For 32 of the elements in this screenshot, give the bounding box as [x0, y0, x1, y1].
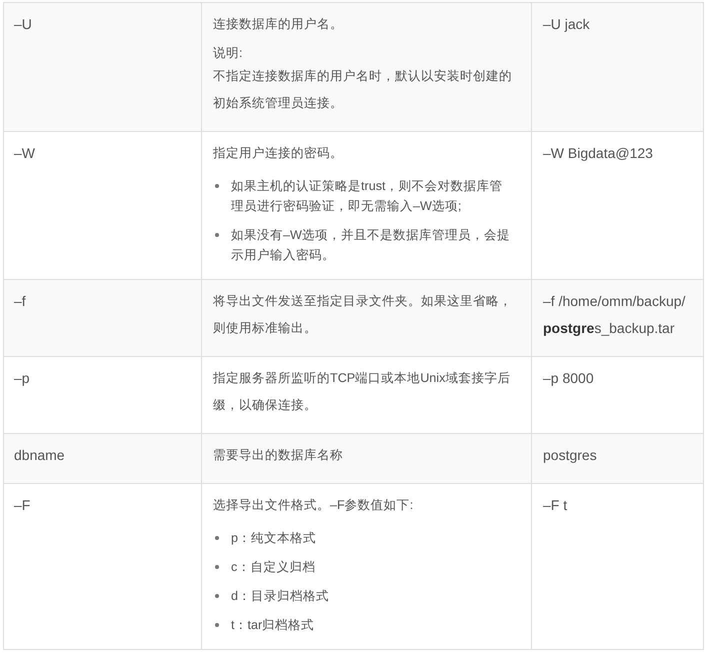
description-text: 需要导出的数据库名称 [213, 447, 344, 464]
example-text: –W Bigdata@123 [543, 145, 653, 161]
description-text: 选择导出文件格式。–F参数值如下: [213, 497, 414, 514]
bullet-icon [215, 594, 219, 598]
bullet-text: t：tar归档格式 [231, 617, 314, 634]
parameter-name: dbname [14, 447, 65, 463]
bullet-text: d：目录归档格式 [231, 588, 330, 605]
bullet-icon [215, 536, 219, 540]
example-text: postgres [543, 447, 597, 463]
example-text: –F t [543, 497, 568, 513]
bullet-text: 如果主机的认证策略是trust，则不会对数据库管理员进行密码验证，即无需输入–W选项; [231, 178, 504, 215]
description-text: 将导出文件发送至指定目录文件夹。如果这里省略，则使用标准输出。 [213, 293, 513, 337]
parameter-name: –f [14, 293, 26, 309]
bullet-text: 如果没有–W选项，并且不是数据库管理员，会提示用户输入密码。 [231, 227, 511, 264]
description-text: 指定服务器所监听的TCP端口或本地Unix域套接字后缀，以确保连接。 [213, 370, 512, 414]
parameter-name: –p [14, 370, 30, 386]
example-text: –f /home/omm/backup/postgres_backup.tar [543, 293, 686, 336]
parameter-name: –U [14, 16, 32, 32]
bullet-icon [215, 623, 219, 627]
description-text: 连接数据库的用户名。 [213, 16, 344, 33]
bullet-text: p：纯文本格式 [231, 530, 316, 547]
description-text: 指定用户连接的密码。 [213, 145, 344, 162]
example-text: –U jack [543, 16, 590, 32]
bullet-icon [215, 184, 219, 188]
note-label: 说明: [213, 45, 244, 62]
example-text: –p 8000 [543, 370, 594, 386]
parameter-name: –F [14, 497, 30, 513]
note-text: 不指定连接数据库的用户名时，默认以安装时创建的初始系统管理员连接。 [213, 68, 513, 112]
parameter-name: –W [14, 145, 35, 161]
bullet-text: c：自定义归档 [231, 559, 316, 576]
bullet-icon [215, 233, 219, 237]
bullet-icon [215, 565, 219, 569]
